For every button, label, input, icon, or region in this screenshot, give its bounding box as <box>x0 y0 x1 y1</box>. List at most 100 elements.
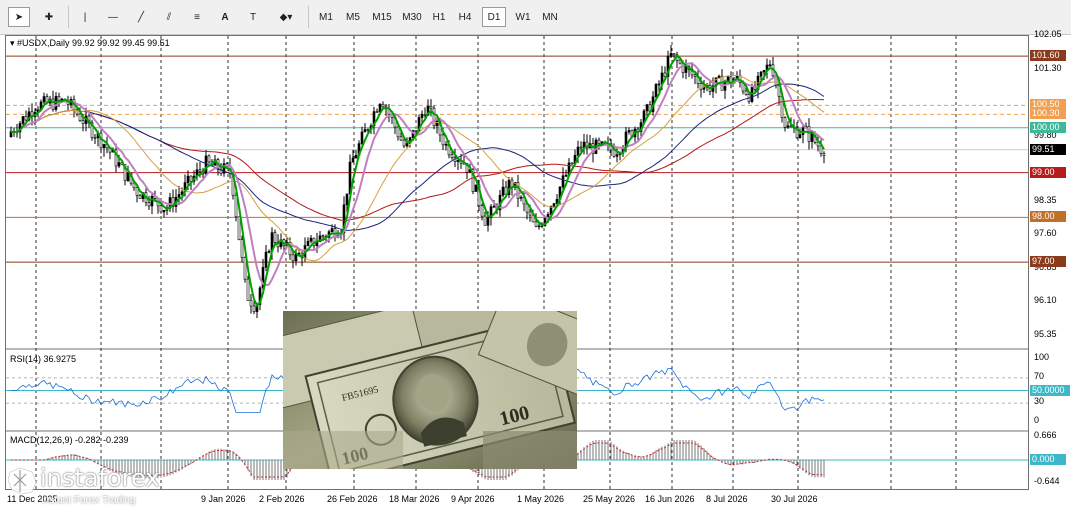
time-axis-label: 9 Apr 2026 <box>451 494 495 504</box>
candle-body <box>744 90 748 95</box>
candle-body <box>474 184 478 192</box>
time-axis-label: 8 Jul 2026 <box>706 494 748 504</box>
timeframe-d1[interactable]: D1 <box>482 7 506 27</box>
candle-body <box>450 154 454 158</box>
price-axis-label: 96.10 <box>1034 295 1057 306</box>
candle-body <box>576 146 580 156</box>
toolbar-separator <box>308 6 309 28</box>
candle-body <box>759 71 763 77</box>
candle-body <box>186 175 190 183</box>
rsi-axis-label: 100 <box>1034 352 1050 362</box>
candle-body <box>534 221 538 227</box>
candle-body <box>762 70 766 73</box>
ma-mid-line <box>10 62 825 287</box>
timeframe-m15[interactable]: M15 <box>368 7 396 27</box>
candle-body <box>204 155 208 175</box>
time-axis-label: 16 Jun 2026 <box>645 494 695 504</box>
candle-body <box>198 169 202 172</box>
dollar-bills-image: FB51695 100 100 <box>283 311 577 469</box>
time-axis-label: 2 Feb 2026 <box>259 494 305 504</box>
candle-body <box>354 155 358 159</box>
rsi-level-tag: 50.0000 <box>1030 384 1070 396</box>
candle-body <box>597 139 601 144</box>
trendline-icon[interactable]: ╱ <box>130 7 152 27</box>
timeframe-h4[interactable]: H4 <box>454 7 476 27</box>
toolbar-separator <box>68 6 69 28</box>
price-axis: 102.05101.3099.8098.3597.6096.8596.1095.… <box>1029 29 1071 490</box>
timeframe-w1[interactable]: W1 <box>511 7 535 27</box>
time-axis-label: 18 Mar 2026 <box>389 494 440 504</box>
candle-body <box>360 131 364 144</box>
candle-body <box>441 134 445 146</box>
candle-body <box>132 182 136 188</box>
ma-navy-line <box>10 83 825 231</box>
ma-200-line <box>10 99 824 221</box>
price-level-tag: 100.30 <box>1030 108 1066 120</box>
crosshair-icon[interactable]: ✚ <box>36 7 62 27</box>
timeframe-mn[interactable]: MN <box>538 7 562 27</box>
candle-body <box>162 209 166 213</box>
candle-body <box>375 111 379 113</box>
rsi-axis-label: 30 <box>1034 396 1045 407</box>
candle-body <box>321 235 325 238</box>
cursor-icon[interactable]: ➤ <box>8 7 30 27</box>
macd-zero-tag: 0.000 <box>1030 454 1066 465</box>
timeframe-m30[interactable]: M30 <box>398 7 426 27</box>
candle-body <box>552 203 556 207</box>
candle-body <box>177 194 181 198</box>
candle-body <box>249 300 253 307</box>
candle-body <box>429 105 433 109</box>
text-label-icon[interactable]: T <box>242 7 264 27</box>
candle-body <box>243 257 247 280</box>
candle-body <box>291 254 295 262</box>
candle-body <box>126 173 130 181</box>
candle-body <box>723 81 727 91</box>
timeframe-h1[interactable]: H1 <box>428 7 450 27</box>
candle-body <box>480 205 484 217</box>
price-axis-label: 95.35 <box>1034 329 1057 339</box>
candle-body <box>330 228 334 232</box>
rsi-axis-label: 70 <box>1034 370 1045 381</box>
timeframe-m1[interactable]: M1 <box>314 7 338 27</box>
candle-body <box>501 186 505 196</box>
channel-icon[interactable]: ⫽ <box>158 7 180 27</box>
candle-body <box>363 129 367 133</box>
candle-body <box>615 154 619 157</box>
chart-toolbar: ➤ ✚ | — ╱ ⫽ ≡ A T ◆▾ M1 M5 M15 M30 H1 H4… <box>0 0 1071 35</box>
shapes-icon[interactable]: ◆▾ <box>270 7 302 27</box>
price-level-tag: 100.00 <box>1030 121 1066 133</box>
text-icon[interactable]: A <box>214 7 236 27</box>
vertical-line-icon[interactable]: | <box>74 7 96 27</box>
candle-body <box>381 103 385 108</box>
candle-body <box>786 125 790 128</box>
candle-body <box>537 225 541 228</box>
logo-tagline: Instant Forex Trading <box>41 495 136 506</box>
candle-body <box>414 130 418 132</box>
candle-body <box>207 155 211 163</box>
candle-body <box>345 193 349 206</box>
price-level-tag: 101.60 <box>1030 50 1066 62</box>
candle-body <box>579 146 583 149</box>
candle-body <box>564 174 568 177</box>
candle-body <box>240 239 244 258</box>
fibonacci-icon[interactable]: ≡ <box>186 7 208 27</box>
candle-body <box>657 83 661 86</box>
price-axis-label: 97.60 <box>1034 228 1057 239</box>
chart-header: ▾ #USDX,Daily 99.92 99.92 99.45 99.51 <box>10 38 170 48</box>
macd-axis-label: -0.644 <box>1034 476 1060 486</box>
time-axis-label: 1 May 2026 <box>517 494 565 504</box>
horizontal-line-icon[interactable]: — <box>102 7 124 27</box>
time-axis-label: 25 May 2026 <box>583 494 636 504</box>
candle-body <box>309 237 313 242</box>
logo-wordmark: instaforex <box>40 464 160 492</box>
candle-body <box>117 162 121 167</box>
candle-body <box>627 130 631 133</box>
candle-body <box>561 175 565 188</box>
candle-body <box>717 75 721 79</box>
timeframe-m5[interactable]: M5 <box>341 7 365 27</box>
candle-body <box>306 240 310 246</box>
candle-body <box>396 126 400 138</box>
candle-body <box>669 53 673 57</box>
candle-body <box>486 217 490 226</box>
candle-body <box>519 196 523 199</box>
